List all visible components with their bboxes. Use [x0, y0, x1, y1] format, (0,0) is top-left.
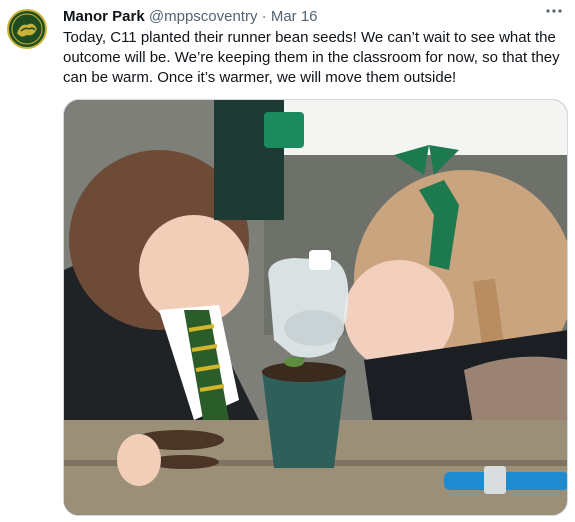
more-options-button[interactable] — [544, 2, 564, 20]
school-crest-logo — [11, 13, 43, 45]
tweet-photo[interactable] — [63, 99, 568, 516]
tweet-date[interactable]: Mar 16 — [271, 8, 318, 25]
more-options-icon — [546, 9, 562, 13]
tweet-text: Today, C11 planted their runner bean see… — [63, 29, 560, 86]
separator-dot: · — [261, 8, 267, 25]
author-avatar[interactable] — [7, 9, 47, 49]
author-handle[interactable]: @mppscoventry — [149, 8, 258, 25]
author-name[interactable]: Manor Park — [63, 8, 145, 25]
photo-illustration — [64, 100, 567, 515]
tweet-header: Manor Park @mppscoventry · Mar 16 — [63, 7, 575, 27]
